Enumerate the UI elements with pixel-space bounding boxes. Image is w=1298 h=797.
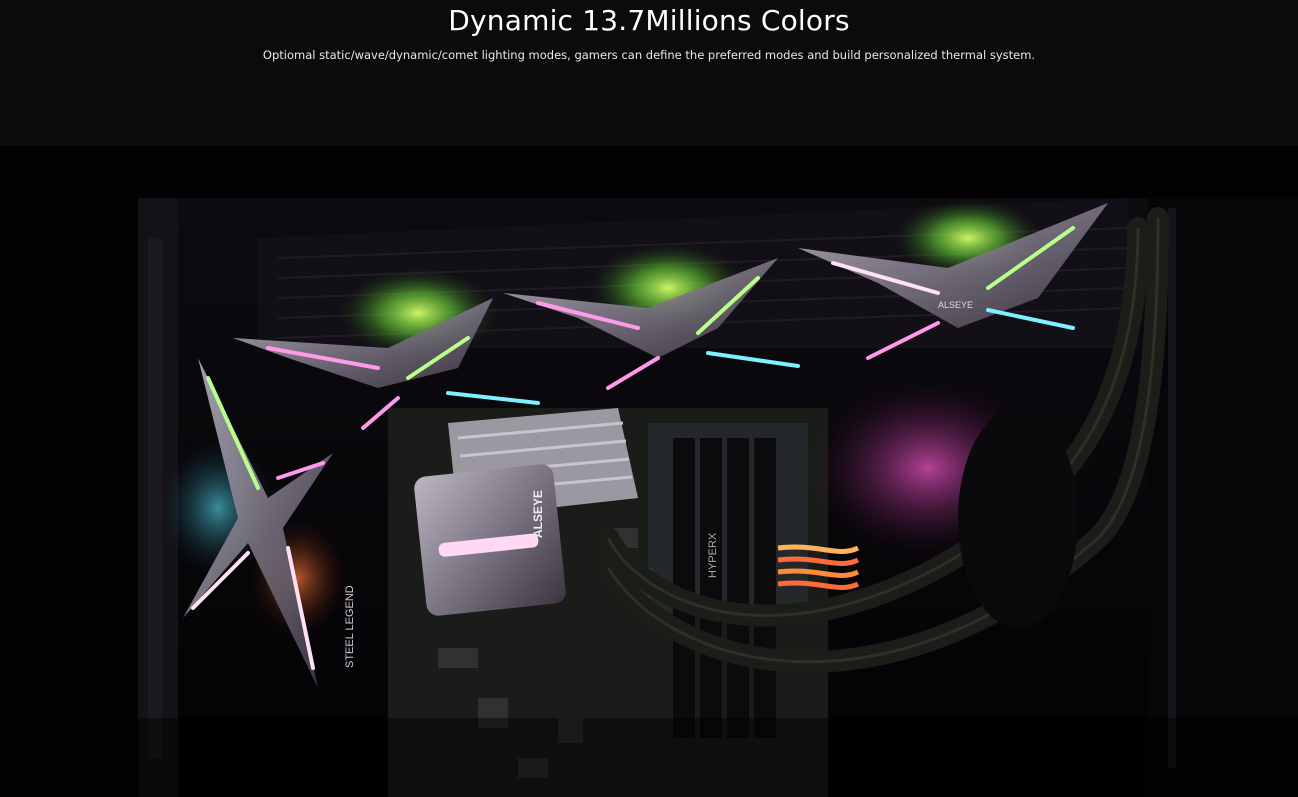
board-label: STEEL LEGEND — [344, 585, 356, 668]
pump-label: ALSEYE — [531, 490, 545, 538]
section-header: Dynamic 13.7Millions Colors Optiomal sta… — [0, 0, 1298, 146]
ram-label: HYPERX — [707, 532, 719, 578]
fan-label: ALSEYE — [938, 300, 973, 310]
section-title: Dynamic 13.7Millions Colors — [448, 4, 850, 37]
product-photo-band: HYPERX ALSEYE ALSEYE STEEL LEGEND — [0, 146, 1298, 797]
cooler-scene-illustration: HYPERX ALSEYE ALSEYE STEEL LEGEND — [138, 198, 1298, 797]
product-photo: HYPERX ALSEYE ALSEYE STEEL LEGEND — [138, 198, 1298, 797]
section-subtitle: Optiomal static/wave/dynamic/comet light… — [262, 48, 1036, 62]
